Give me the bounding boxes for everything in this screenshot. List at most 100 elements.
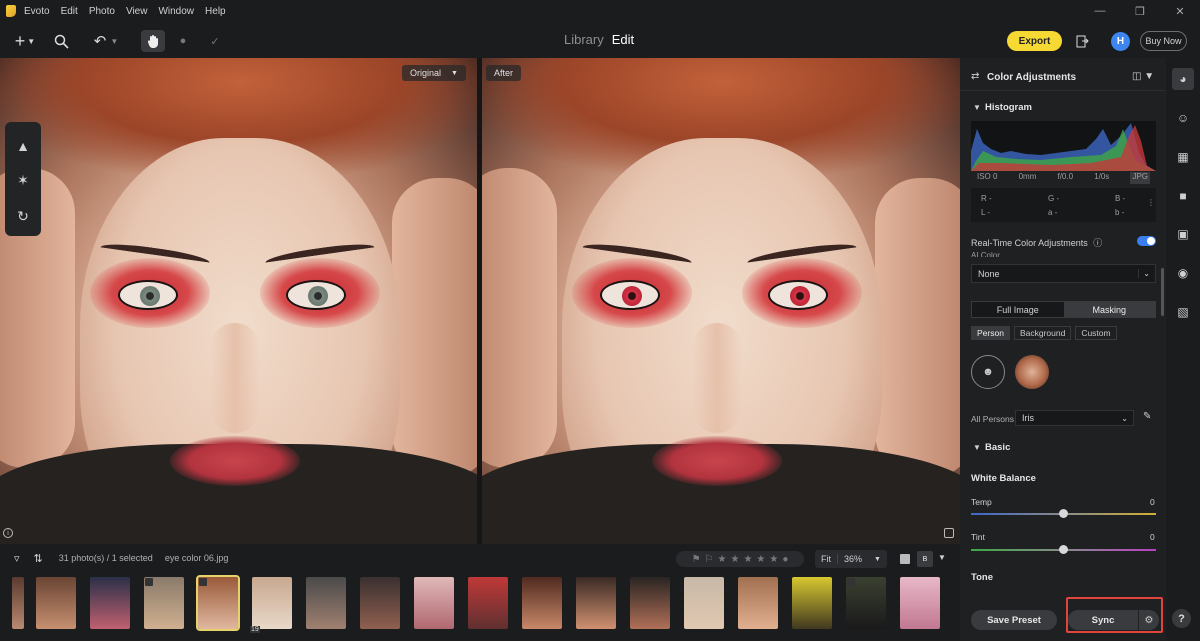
thumbnail[interactable]	[900, 577, 940, 629]
menu-help[interactable]: Help	[205, 6, 226, 17]
menu-evoto[interactable]: Evoto	[24, 6, 50, 17]
star-icon[interactable]: ★	[756, 554, 765, 565]
ai-color-select[interactable]: None ⌄	[971, 264, 1156, 283]
person-select[interactable]: Iris ⌄	[1015, 410, 1134, 426]
single-view-icon[interactable]	[900, 554, 910, 564]
star-icon[interactable]: ★	[718, 554, 727, 565]
filter-icon[interactable]: ▿	[14, 552, 20, 565]
thumbnail-selected[interactable]	[196, 575, 240, 631]
thumbnail[interactable]	[522, 577, 562, 629]
maximize-icon[interactable]: ❐	[1120, 0, 1160, 22]
split-view-icon[interactable]	[944, 528, 954, 538]
menu-view[interactable]: View	[126, 6, 148, 17]
mode-edit-tab[interactable]: Edit	[612, 32, 634, 47]
person-chip[interactable]: Person	[971, 326, 1010, 340]
temp-slider[interactable]	[971, 509, 1156, 518]
sync-settings-icon[interactable]: ⚙	[1139, 610, 1159, 630]
crop-icon[interactable]: ▣	[1175, 226, 1191, 242]
thumbnail[interactable]	[360, 577, 400, 629]
thumbnail[interactable]	[684, 577, 724, 629]
menu-edit[interactable]: Edit	[61, 6, 78, 17]
flag-icon[interactable]: ⚑	[692, 554, 701, 565]
color-label-icon[interactable]: ●	[782, 554, 788, 565]
panel-toggle-icon[interactable]: ⇄	[971, 71, 979, 82]
thumbnail[interactable]	[576, 577, 616, 629]
add-icon[interactable]: + ▼	[10, 30, 40, 52]
grid-effects-icon[interactable]: ▦	[1175, 149, 1191, 165]
folder-settings-icon[interactable]: ▧	[1175, 304, 1191, 320]
thumbnail[interactable]	[144, 577, 184, 629]
full-image-tab[interactable]: Full Image	[972, 302, 1064, 317]
thumbnail[interactable]	[12, 577, 24, 629]
unflag-icon[interactable]: ⚐	[705, 554, 714, 565]
clothing-icon[interactable]: ■	[1175, 188, 1191, 204]
edit-pencil-icon[interactable]: ✎	[1143, 411, 1151, 422]
thumbnail[interactable]	[468, 577, 508, 629]
thumbnail[interactable]	[738, 577, 778, 629]
menu-window[interactable]: Window	[158, 6, 194, 17]
original-view-dropdown[interactable]: Original ▼	[402, 65, 466, 81]
help-button[interactable]: ?	[1172, 609, 1191, 628]
layout-icon[interactable]: ◫ ▼	[1132, 71, 1154, 82]
hand-tool-icon[interactable]	[141, 30, 165, 52]
compare-view-icon[interactable]: B	[917, 551, 933, 567]
masking-tab[interactable]: Masking	[1063, 302, 1155, 317]
minimize-icon[interactable]: —	[1080, 0, 1120, 22]
basic-section[interactable]: Basic	[985, 442, 1010, 453]
share-panel-icon[interactable]	[1074, 30, 1090, 52]
histogram-section[interactable]: Histogram	[985, 102, 1032, 113]
star-icon[interactable]: ★	[769, 554, 778, 565]
thumbnail[interactable]	[306, 577, 346, 629]
ai-adjust-icon[interactable]: ▲	[13, 136, 33, 156]
thumbnail[interactable]	[630, 577, 670, 629]
export-button[interactable]: Export	[1007, 31, 1062, 51]
person-face-thumbnail[interactable]	[1015, 355, 1049, 389]
temp-slider-knob[interactable]	[1059, 509, 1068, 518]
tint-slider[interactable]	[971, 545, 1156, 554]
image-canvas[interactable]: Original ▼ After ▲ ✶ ↻	[0, 58, 960, 544]
zoom-control[interactable]: Fit 36% ▼	[815, 550, 887, 568]
save-preset-button[interactable]: Save Preset	[971, 610, 1057, 630]
sync-button[interactable]: Sync	[1068, 610, 1138, 630]
camera-icon[interactable]: ◉	[1175, 265, 1191, 281]
chevron-down-icon[interactable]: ▼	[868, 556, 887, 563]
tint-slider-knob[interactable]	[1059, 545, 1068, 554]
mode-library-tab[interactable]: Library	[564, 32, 604, 47]
thumbnail[interactable]	[792, 577, 832, 629]
all-persons-icon[interactable]: ☻	[971, 355, 1005, 389]
thumbnail[interactable]: 19	[250, 577, 292, 633]
collapse-triangle-icon[interactable]: ▼	[973, 103, 981, 112]
info-icon[interactable]: i	[3, 528, 13, 538]
user-avatar[interactable]: H	[1111, 32, 1130, 51]
chevron-down-icon[interactable]: ▼	[938, 553, 946, 562]
panel-scrollbar[interactable]	[1161, 268, 1164, 316]
menu-photo[interactable]: Photo	[89, 6, 115, 17]
face-retouch-icon[interactable]: ☺	[1175, 110, 1191, 126]
background-chip[interactable]: Background	[1013, 326, 1072, 340]
help-circle-icon[interactable]: ⓘ	[1093, 238, 1102, 248]
thumbnail[interactable]	[414, 577, 454, 629]
thumbnail[interactable]	[36, 577, 76, 629]
zoom-search-icon[interactable]	[50, 30, 72, 52]
tint-value[interactable]: 0	[1150, 532, 1155, 542]
custom-chip[interactable]: Custom	[1075, 326, 1117, 340]
history-icon[interactable]: ↻	[13, 206, 33, 226]
star-icon[interactable]: ★	[730, 554, 739, 565]
eraser-tool-icon[interactable]: ✓	[205, 30, 225, 52]
brush-tool-icon[interactable]: ●	[173, 30, 193, 52]
realtime-toggle[interactable]	[1137, 236, 1156, 246]
sort-icon[interactable]: ⇅	[34, 552, 43, 565]
thumbnail[interactable]	[846, 577, 886, 629]
buy-now-button[interactable]: Buy Now	[1140, 31, 1187, 51]
undo-icon[interactable]: ↶ ▼	[90, 30, 122, 52]
zoom-fit-button[interactable]: Fit	[815, 554, 838, 564]
zoom-level[interactable]: 36%	[838, 554, 868, 564]
presets-circle-icon[interactable]: ✶	[13, 170, 33, 190]
temp-value[interactable]: 0	[1150, 497, 1155, 507]
thumbnail[interactable]	[90, 577, 130, 629]
close-icon[interactable]: ✕	[1160, 0, 1200, 22]
color-palette-icon[interactable]: ◕	[1172, 68, 1194, 90]
star-icon[interactable]: ★	[743, 554, 752, 565]
collapse-triangle-icon[interactable]: ▼	[973, 443, 981, 452]
more-icon[interactable]: ⋮	[1147, 198, 1155, 207]
